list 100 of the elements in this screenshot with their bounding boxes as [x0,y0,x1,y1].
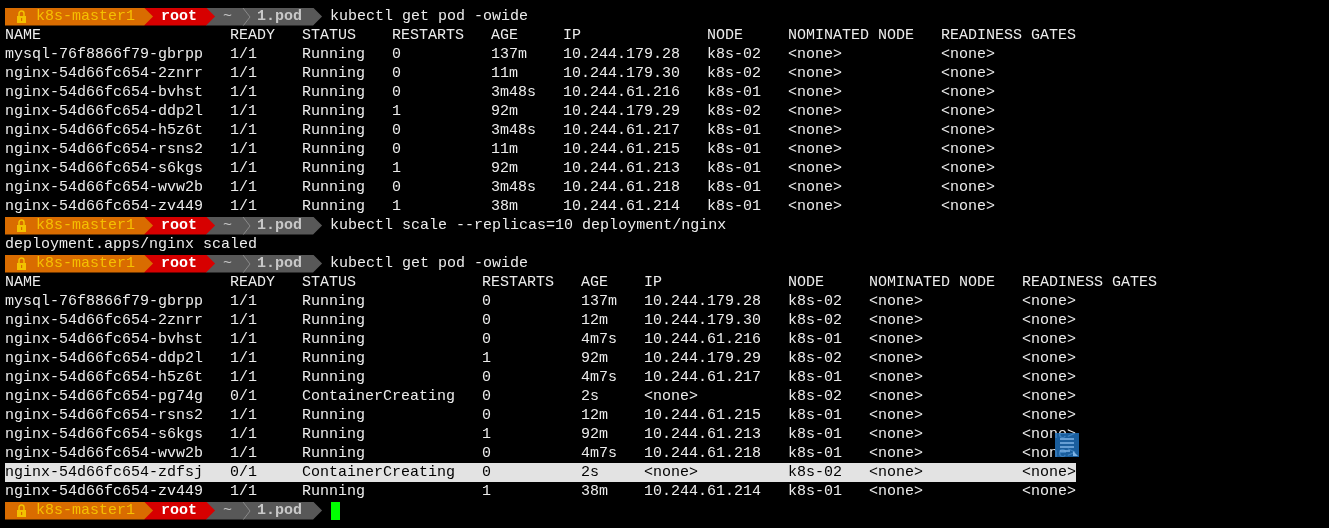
table-cell-text: 10.244.61.217 [644,368,763,387]
table-cell-text: <none> [869,406,925,425]
table-cell-text: k8s-01 [707,83,763,102]
table-cell-text: mysql-76f8866f79-gbrpp [5,45,205,64]
table-cell-text: 0 [392,64,403,83]
table-cell-text: <none> [869,387,925,406]
home-directory: ~ [223,7,233,26]
table-cell-text: k8s-02 [788,349,844,368]
table-cell-text: 1/1 [230,45,259,64]
table-cell-text: k8s-01 [707,178,763,197]
table-cell-text: mysql-76f8866f79-gbrpp [5,292,205,311]
table-cell-text: 10.244.61.216 [644,330,763,349]
table-cell-text: 3m48s [491,121,538,140]
table-cell-text: nginx-54d66fc654-bvhst [5,83,205,102]
table-cell-text: nginx-54d66fc654-bvhst [5,330,205,349]
table-cell-text: nginx-54d66fc654-zv449 [5,482,205,501]
table-cell-text: 137m [491,45,529,64]
table-cell: <none> [1022,463,1077,482]
command-text: kubectl get pod -owide [330,254,529,273]
table-cell-text: 1/1 [230,64,259,83]
column-header: AGE [581,273,610,292]
table-cell-text: 0 [482,444,493,463]
table-cell-text: 1 [482,425,493,444]
table-cell-text: <none> [788,197,844,216]
table-cell-text: 4m7s [581,444,619,463]
table-cell-text: k8s-01 [788,425,844,444]
table-cell-text: Running [302,121,367,140]
table-cell-text: Running [302,482,367,501]
column-header: NOMINATED NODE [869,273,997,292]
column-header: RESTARTS [392,26,466,45]
table-cell-text: 2s [581,387,601,406]
table-cell-text: 10.244.179.28 [644,292,763,311]
table-cell-text: 1 [392,197,403,216]
current-directory: 1.pod [257,254,303,273]
command-text: kubectl scale --replicas=10 deployment/nginx [330,216,727,235]
table-cell-text: nginx-54d66fc654-h5z6t [5,368,205,387]
table-cell-text: 12m [581,406,610,425]
table-cell-text: 10.244.179.29 [644,349,763,368]
table-cell-text: Running [302,425,367,444]
table-cell-text: 92m [491,159,520,178]
table-cell-text: 92m [491,102,520,121]
table-cell: <none> [1022,425,1077,444]
table-cell-text: 10.244.61.213 [563,159,682,178]
table-cell-text: 11m [491,140,520,159]
table-cell-text: 0 [392,45,403,64]
lock-icon [17,10,26,23]
table-cell-text: Running [302,406,367,425]
column-header: AGE [491,26,520,45]
table-cell-text: Running [302,368,367,387]
table-cell-text: Running [302,330,367,349]
column-header: READINESS GATES [941,26,1077,45]
table-cell-text: 0 [482,387,493,406]
column-header: IP [563,26,583,45]
table-cell-text: nginx-54d66fc654-s6kgs [5,159,205,178]
column-header: READINESS GATES [1022,273,1158,292]
table-cell: <none> [941,102,996,121]
table-cell-text: <none> [869,330,925,349]
table-cell: <none> [941,159,996,178]
table-cell-text: 0 [482,368,493,387]
host-name: k8s-master1 [36,501,136,520]
table-cell-text: 2s [581,463,601,482]
table-cell-text: 1/1 [230,444,259,463]
table-cell: <none> [941,64,996,83]
table-cell-text: <none> [869,463,925,482]
table-cell-text: 12m [581,311,610,330]
separator-chevron-icon [242,254,252,273]
lock-icon [17,219,26,232]
current-directory: 1.pod [257,216,303,235]
table-cell-text: 10.244.179.30 [563,64,682,83]
table-cell-text: Running [302,311,367,330]
table-cell-text: k8s-01 [788,444,844,463]
table-cell-text: <none> [788,178,844,197]
table-cell-text: 1/1 [230,140,259,159]
table-cell-text: <none> [869,311,925,330]
table-cell-text: k8s-02 [707,102,763,121]
table-cell-text: 10.244.61.217 [563,121,682,140]
table-cell-text: 10.244.61.215 [644,406,763,425]
column-header: NODE [788,273,826,292]
separator-chevron-icon [242,501,252,520]
table-cell-text: 38m [491,197,520,216]
table-cell: <none> [941,178,996,197]
table-cell-text: k8s-01 [707,121,763,140]
table-cell-text: Running [302,102,367,121]
table-cell-text: 1 [482,349,493,368]
table-cell-text: k8s-02 [788,463,844,482]
table-cell-text: Running [302,178,367,197]
table-cell-text: 0 [392,140,403,159]
table-cell-text: 1/1 [230,197,259,216]
table-cell-text: 0 [392,178,403,197]
table-cell-text: 137m [581,292,619,311]
table-cell-text: k8s-01 [788,330,844,349]
table-cell-text: <none> [869,425,925,444]
table-cell-text: 10.244.61.215 [563,140,682,159]
table-cell: <none> [1022,482,1077,501]
table-cell-text: Running [302,197,367,216]
table-cell-text: 1/1 [230,425,259,444]
table-cell-text: 0 [482,330,493,349]
table-cell-text: k8s-01 [707,140,763,159]
table-cell-text: 0 [482,292,493,311]
table-cell-text: 3m48s [491,83,538,102]
